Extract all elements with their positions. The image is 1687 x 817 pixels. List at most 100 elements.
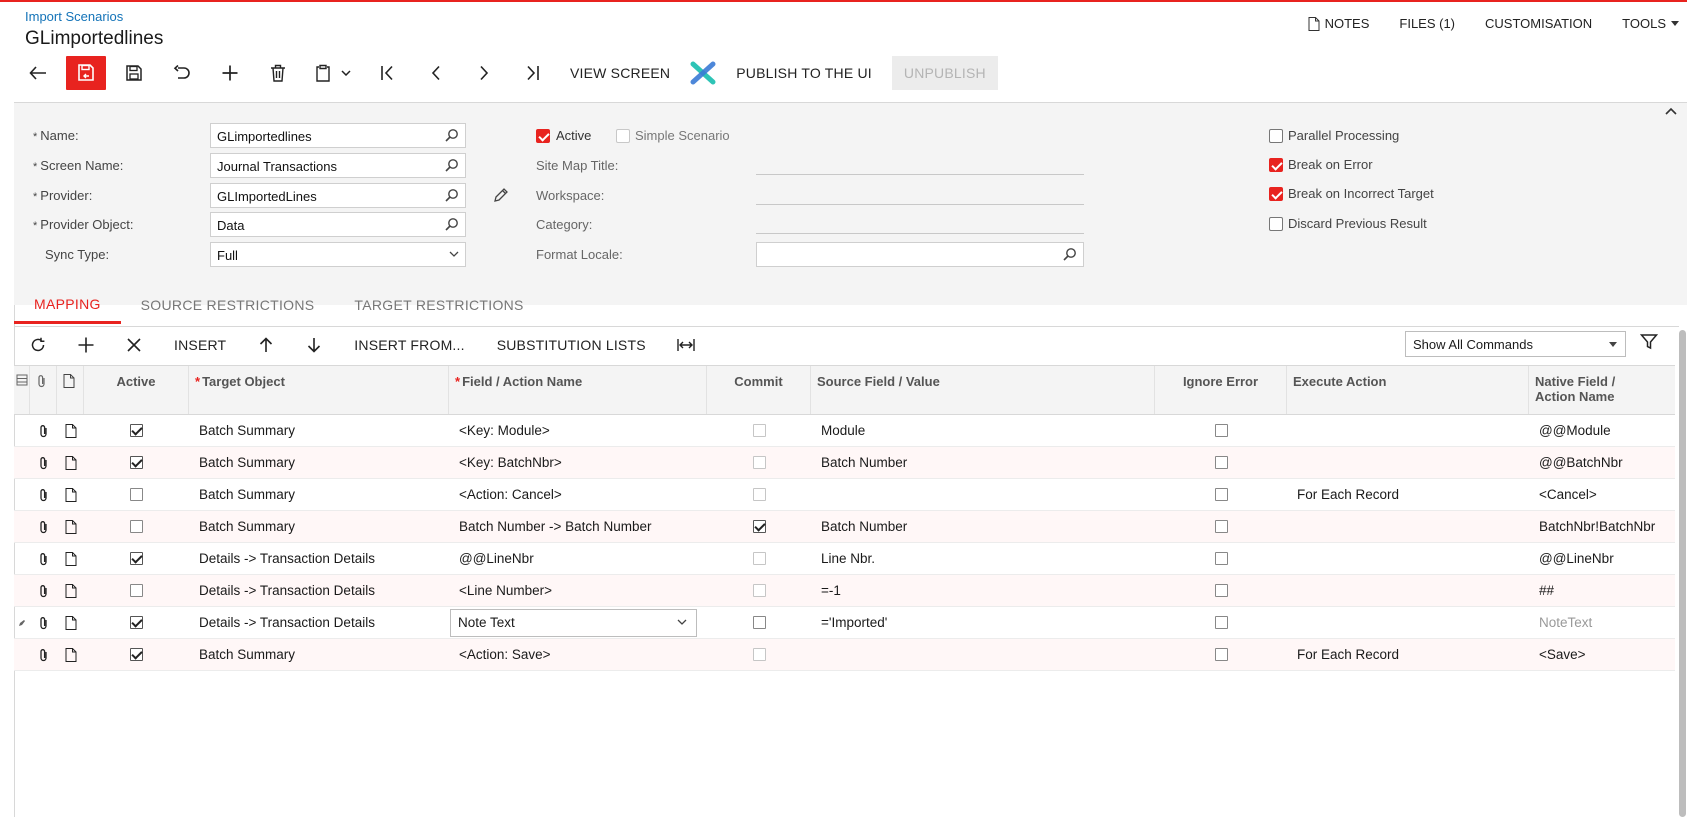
table-row[interactable]: Batch Summary Batch Number -> Batch Numbe…	[14, 511, 1675, 543]
provider-field[interactable]: GLImportedLines	[210, 183, 466, 208]
simple-scenario-checkbox[interactable]	[616, 129, 630, 143]
ignore-error-cell[interactable]	[1155, 639, 1287, 671]
publish-button[interactable]: PUBLISH TO THE UI	[722, 56, 886, 90]
filter-button[interactable]	[1639, 333, 1659, 354]
active-cell[interactable]	[84, 607, 189, 639]
parallel-processing-checkbox[interactable]	[1269, 129, 1283, 143]
target-object-cell[interactable]: Batch Summary	[189, 479, 449, 511]
source-field-cell[interactable]: Module	[811, 415, 1155, 447]
row-attachment-cell[interactable]	[30, 479, 57, 511]
row-attachment-cell[interactable]	[30, 607, 57, 639]
table-row[interactable]: Batch Summary <Action: Save> For Each Reco…	[14, 639, 1675, 671]
substitution-lists-button[interactable]: SUBSTITUTION LISTS	[481, 337, 662, 353]
edit-pencil-icon[interactable]	[493, 188, 508, 203]
commit-cell[interactable]	[707, 543, 811, 575]
row-selector[interactable]	[14, 543, 30, 575]
row-note-cell[interactable]	[57, 447, 84, 479]
ignore-error-cell[interactable]	[1155, 607, 1287, 639]
search-icon[interactable]	[445, 217, 459, 231]
execute-action-cell[interactable]	[1287, 447, 1529, 479]
row-attachment-cell[interactable]	[30, 415, 57, 447]
native-field-column-header[interactable]: Native Field / Action Name	[1529, 366, 1675, 414]
back-button[interactable]	[14, 56, 62, 90]
source-field-cell[interactable]: =-1	[811, 575, 1155, 607]
field-action-select[interactable]: Note Text	[450, 608, 697, 637]
ignore-error-checkbox[interactable]	[1214, 648, 1228, 661]
breadcrumb[interactable]: Import Scenarios	[25, 9, 123, 24]
execute-action-cell[interactable]	[1287, 607, 1529, 639]
first-record-button[interactable]	[364, 56, 412, 90]
commit-cell[interactable]	[707, 447, 811, 479]
active-column-header[interactable]: Active	[84, 366, 189, 414]
category-field[interactable]	[756, 233, 1084, 234]
active-checkbox[interactable]	[130, 648, 143, 661]
native-field-cell[interactable]: <Save>	[1529, 639, 1675, 671]
active-cell[interactable]	[84, 543, 189, 575]
field-action-cell[interactable]: Batch Number -> Batch Number	[449, 511, 707, 543]
name-field[interactable]: GLimportedlines	[210, 123, 466, 148]
row-attachment-cell[interactable]	[30, 575, 57, 607]
commit-cell[interactable]	[707, 607, 811, 639]
ignore-error-cell[interactable]	[1155, 575, 1287, 607]
ignore-error-cell[interactable]	[1155, 479, 1287, 511]
undo-button[interactable]	[158, 56, 206, 90]
row-note-cell[interactable]	[57, 479, 84, 511]
execute-action-cell[interactable]	[1287, 575, 1529, 607]
ignore-error-checkbox[interactable]	[1214, 424, 1228, 437]
search-icon[interactable]	[1063, 247, 1077, 261]
row-selector[interactable]	[14, 447, 30, 479]
format-locale-field[interactable]	[756, 242, 1084, 267]
native-field-cell[interactable]: BatchNbr!BatchNbr	[1529, 511, 1675, 543]
target-object-cell[interactable]: Batch Summary	[189, 511, 449, 543]
save-button[interactable]	[110, 56, 158, 90]
notes-button[interactable]: NOTES	[1308, 16, 1369, 31]
ignore-error-cell[interactable]	[1155, 447, 1287, 479]
ignore-error-checkbox[interactable]	[1214, 520, 1228, 533]
commit-checkbox[interactable]	[752, 488, 766, 501]
view-screen-button[interactable]: VIEW SCREEN	[556, 56, 684, 90]
row-selector[interactable]	[14, 511, 30, 543]
sync-type-select[interactable]: Full	[210, 242, 466, 267]
screen-name-field[interactable]: Journal Transactions	[210, 153, 466, 178]
move-up-button[interactable]	[242, 328, 290, 362]
tools-button[interactable]: TOOLS	[1622, 16, 1679, 31]
native-field-cell[interactable]: ##	[1529, 575, 1675, 607]
row-attachment-cell[interactable]	[30, 447, 57, 479]
delete-row-button[interactable]	[110, 328, 158, 362]
table-row[interactable]: Batch Summary <Key: BatchNbr> Batch Number…	[14, 447, 1675, 479]
source-field-cell[interactable]	[811, 639, 1155, 671]
site-map-title-field[interactable]	[756, 174, 1084, 175]
native-field-cell[interactable]: <Cancel>	[1529, 479, 1675, 511]
row-note-cell[interactable]	[57, 639, 84, 671]
native-field-cell[interactable]: NoteText	[1529, 607, 1675, 639]
search-icon[interactable]	[445, 188, 459, 202]
table-row[interactable]: Details -> Transaction Details <Line Numb…	[14, 575, 1675, 607]
ignore-error-checkbox[interactable]	[1214, 552, 1228, 565]
target-object-cell[interactable]: Batch Summary	[189, 415, 449, 447]
insert-from-button[interactable]: INSERT FROM...	[338, 337, 480, 353]
row-note-cell[interactable]	[57, 575, 84, 607]
previous-record-button[interactable]	[412, 56, 460, 90]
commit-checkbox[interactable]	[752, 648, 766, 661]
tab-source-restrictions[interactable]: SOURCE RESTRICTIONS	[121, 286, 335, 324]
target-object-column-header[interactable]: * Target Object	[189, 366, 449, 414]
ignore-error-cell[interactable]	[1155, 543, 1287, 575]
add-row-button[interactable]	[62, 328, 110, 362]
field-action-cell[interactable]: <Key: Module>	[449, 415, 707, 447]
field-action-cell[interactable]: <Line Number>	[449, 575, 707, 607]
active-cell[interactable]	[84, 415, 189, 447]
delete-button[interactable]	[254, 56, 302, 90]
source-field-cell[interactable]: ='Imported'	[811, 607, 1155, 639]
vertical-scrollbar[interactable]	[1678, 330, 1687, 817]
field-action-cell[interactable]: <Action: Save>	[449, 639, 707, 671]
active-cell[interactable]	[84, 575, 189, 607]
source-field-cell[interactable]: Batch Number	[811, 511, 1155, 543]
active-checkbox[interactable]	[130, 552, 143, 565]
native-field-cell[interactable]: @@Module	[1529, 415, 1675, 447]
field-action-cell[interactable]: <Action: Cancel>	[449, 479, 707, 511]
execute-action-cell[interactable]: For Each Record	[1287, 639, 1529, 671]
commit-checkbox[interactable]	[752, 424, 766, 437]
row-selector[interactable]	[14, 415, 30, 447]
row-attachment-cell[interactable]	[30, 543, 57, 575]
customisation-button[interactable]: CUSTOMISATION	[1485, 16, 1592, 31]
